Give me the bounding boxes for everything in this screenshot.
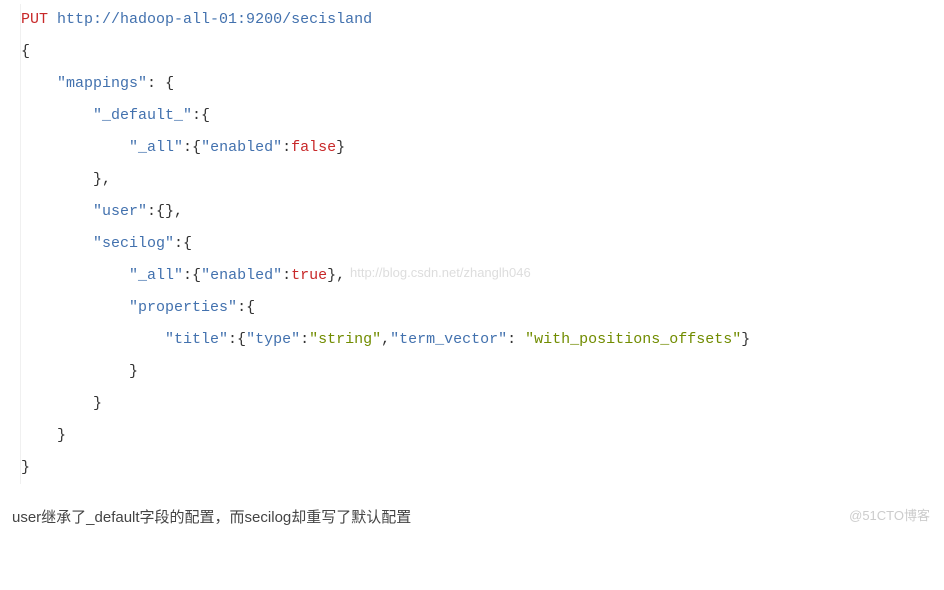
code-line: "_default_":{ — [20, 100, 944, 132]
http-method: PUT — [21, 11, 48, 28]
code-line: "user":{}, — [20, 196, 944, 228]
code-line: } — [20, 420, 944, 452]
code-line: "_all":{"enabled":false} — [20, 132, 944, 164]
code-line: "secilog":{ — [20, 228, 944, 260]
code-line: } — [20, 388, 944, 420]
code-line: }, — [20, 164, 944, 196]
code-line: "properties":{ — [20, 292, 944, 324]
http-url: http://hadoop-all-01:9200/secisland — [57, 11, 372, 28]
code-line: } — [20, 452, 944, 484]
code-block: http://blog.csdn.net/zhanglh046 PUT http… — [0, 0, 944, 484]
description-text: user继承了_default字段的配置，而secilog却重写了默认配置 — [0, 484, 944, 534]
code-line: { — [20, 36, 944, 68]
code-line: } — [20, 356, 944, 388]
code-line: "_all":{"enabled":true}, — [20, 260, 944, 292]
code-line: "mappings": { — [20, 68, 944, 100]
code-line: "title":{"type":"string","term_vector": … — [20, 324, 944, 356]
code-line: PUT http://hadoop-all-01:9200/secisland — [20, 4, 944, 36]
